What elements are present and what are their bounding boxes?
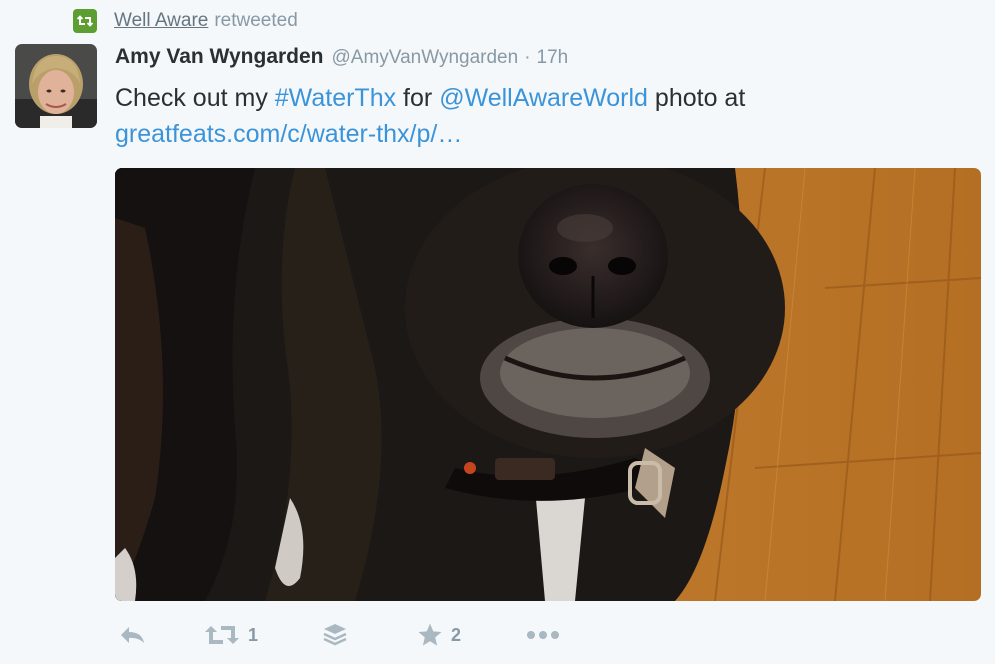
tweet-header: Amy Van Wyngarden @AmyVanWyngarden · 17h	[115, 45, 568, 75]
retweet-button[interactable]: 1	[204, 624, 258, 646]
url-link[interactable]: greatfeats.com/c/water-thx/p/…	[115, 120, 462, 148]
more-button[interactable]	[525, 629, 561, 641]
mention-link[interactable]: @WellAwareWorld	[439, 84, 648, 112]
retweet-badge-icon	[73, 9, 97, 33]
tweet-actions: 1 2	[115, 618, 561, 652]
separator-dot: ·	[524, 47, 531, 68]
tweet-text-part: Check out my	[115, 84, 275, 112]
hashtag-link[interactable]: #WaterThx	[275, 84, 396, 112]
tweet-timestamp[interactable]: 17h	[537, 47, 569, 69]
retweet-context: Well Aware retweeted	[73, 8, 298, 34]
stack-button[interactable]	[322, 622, 348, 648]
tweet-text-part: photo at	[647, 84, 746, 112]
favorite-button[interactable]: 2	[417, 622, 461, 648]
retweeter-link[interactable]: Well Aware	[114, 10, 208, 32]
star-icon	[417, 622, 443, 648]
author-screenname[interactable]: @AmyVanWyngarden	[332, 47, 519, 69]
author-fullname[interactable]: Amy Van Wyngarden	[115, 45, 324, 69]
tweet-text-part: for	[396, 84, 440, 112]
favorite-count: 2	[451, 624, 462, 645]
reply-button[interactable]	[118, 624, 146, 646]
stack-icon	[322, 622, 348, 648]
tweet-photo[interactable]	[115, 168, 981, 601]
retweet-action-label: retweeted	[214, 10, 298, 31]
tweet-text: Check out my #WaterThx for @WellAwareWor…	[115, 80, 975, 152]
avatar[interactable]	[15, 44, 97, 128]
more-icon	[525, 629, 561, 641]
retweet-count: 1	[248, 624, 259, 645]
reply-icon	[118, 624, 146, 646]
retweet-icon	[204, 624, 240, 646]
